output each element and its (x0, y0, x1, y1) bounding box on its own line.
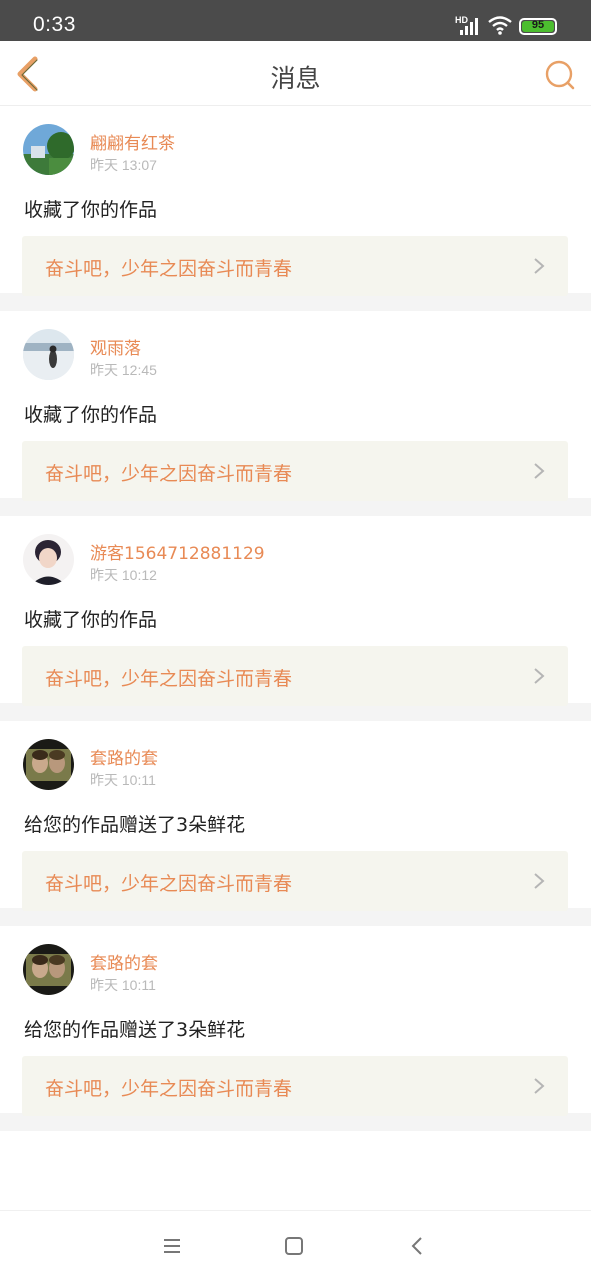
username[interactable]: 套路的套 (90, 949, 158, 974)
user-avatar[interactable] (23, 124, 74, 175)
work-link[interactable]: 奋斗吧，少年之因奋斗而青春 (22, 441, 568, 501)
user-avatar[interactable] (23, 944, 74, 995)
message-time: 昨天 13:07 (90, 157, 157, 173)
battery-icon: 95 (519, 18, 557, 35)
username[interactable]: 观雨落 (90, 334, 141, 359)
username[interactable]: 游客1564712881129 (90, 539, 265, 564)
chevron-right-icon (534, 668, 545, 684)
menu-icon[interactable] (160, 1234, 184, 1258)
work-link[interactable]: 奋斗吧，少年之因奋斗而青春 (22, 851, 568, 911)
search-icon[interactable] (544, 59, 576, 91)
status-bar: 0:33 HD 95 (0, 0, 591, 41)
message-item: 观雨落 昨天 12:45 收藏了你的作品 奋斗吧，少年之因奋斗而青春 (0, 311, 591, 516)
status-time: 0:33 (33, 13, 76, 36)
user-avatar[interactable] (23, 329, 74, 380)
work-title: 奋斗吧，少年之因奋斗而青春 (45, 258, 293, 280)
page-title: 消息 (270, 64, 321, 93)
message-time: 昨天 10:12 (90, 567, 157, 583)
message-item: 翩翩有红茶 昨天 13:07 收藏了你的作品 奋斗吧，少年之因奋斗而青春 (0, 106, 591, 311)
signal-icon (460, 18, 478, 35)
work-link[interactable]: 奋斗吧，少年之因奋斗而青春 (22, 646, 568, 706)
work-title: 奋斗吧，少年之因奋斗而青春 (45, 668, 293, 690)
username[interactable]: 套路的套 (90, 744, 158, 769)
chevron-right-icon (534, 873, 545, 889)
chevron-right-icon (534, 258, 545, 274)
message-time: 昨天 10:11 (90, 977, 156, 993)
message-text: 给您的作品赠送了3朵鲜花 (24, 1019, 246, 1041)
message-item: 套路的套 昨天 10:11 给您的作品赠送了3朵鲜花 奋斗吧，少年之因奋斗而青春 (0, 721, 591, 926)
battery-level: 95 (531, 19, 545, 31)
wifi-icon (488, 16, 512, 35)
username[interactable]: 翩翩有红茶 (90, 129, 175, 154)
message-list: 翩翩有红茶 昨天 13:07 收藏了你的作品 奋斗吧，少年之因奋斗而青春 观雨落… (0, 106, 591, 1131)
message-text: 收藏了你的作品 (24, 609, 158, 631)
system-nav-bar (0, 1210, 591, 1280)
work-title: 奋斗吧，少年之因奋斗而青春 (45, 1078, 293, 1100)
home-icon[interactable] (282, 1234, 306, 1258)
message-time: 昨天 12:45 (90, 362, 157, 378)
work-link[interactable]: 奋斗吧，少年之因奋斗而青春 (22, 1056, 568, 1116)
user-avatar[interactable] (23, 534, 74, 585)
message-text: 收藏了你的作品 (24, 199, 158, 221)
chevron-right-icon (534, 1078, 545, 1094)
message-text: 给您的作品赠送了3朵鲜花 (24, 814, 246, 836)
work-title: 奋斗吧，少年之因奋斗而青春 (45, 873, 293, 895)
chevron-right-icon (534, 463, 545, 479)
message-time: 昨天 10:11 (90, 772, 156, 788)
top-nav-bar: 消息 (0, 41, 591, 106)
user-avatar[interactable] (23, 739, 74, 790)
work-title: 奋斗吧，少年之因奋斗而青春 (45, 463, 293, 485)
message-item: 游客1564712881129 昨天 10:12 收藏了你的作品 奋斗吧，少年之… (0, 516, 591, 721)
message-text: 收藏了你的作品 (24, 404, 158, 426)
work-link[interactable]: 奋斗吧，少年之因奋斗而青春 (22, 236, 568, 296)
message-item: 套路的套 昨天 10:11 给您的作品赠送了3朵鲜花 奋斗吧，少年之因奋斗而青春 (0, 926, 591, 1131)
back-icon[interactable] (406, 1234, 430, 1258)
